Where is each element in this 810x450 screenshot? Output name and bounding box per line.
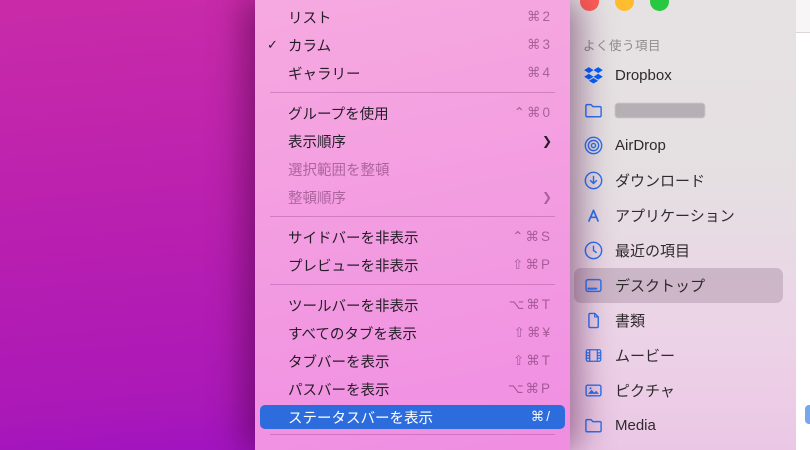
clock-icon bbox=[583, 241, 603, 261]
menu-item-show-all-tabs[interactable]: すべてのタブを表示 ⇧⌘¥ ❯ bbox=[260, 319, 565, 347]
minimize-button[interactable] bbox=[615, 0, 634, 11]
movies-icon bbox=[583, 346, 603, 366]
sidebar-item-dropbox[interactable]: Dropbox bbox=[574, 58, 783, 93]
sidebar-item-applications[interactable]: アプリケーション bbox=[574, 198, 783, 233]
menu-item-label: 選択範囲を整頓 bbox=[288, 159, 552, 180]
sidebar-item-list: Dropbox AirDrop ダウンロード アプリケーション 最近の項目 デス… bbox=[570, 58, 796, 443]
sidebar-item-label: デスクトップ bbox=[615, 275, 705, 296]
sidebar-item-label: ダウンロード bbox=[615, 170, 705, 191]
selected-file-fragment[interactable] bbox=[805, 405, 810, 424]
menu-item-shortcut: ⌥⌘T bbox=[509, 297, 552, 313]
menu-item-label: サイドバーを非表示 bbox=[288, 227, 512, 248]
airdrop-icon bbox=[583, 136, 603, 156]
checkmark-icon: ✓ bbox=[267, 37, 288, 53]
menu-item-shortcut: ⌃⌘0 bbox=[514, 105, 552, 121]
menu-item-clean-up-selection: 選択範囲を整頓 ❯ bbox=[260, 155, 565, 183]
menu-item-shortcut: ⌘3 bbox=[527, 37, 552, 53]
sidebar-item-redacted[interactable] bbox=[574, 93, 783, 128]
menu-item-clean-up-by: 整頓順序 ❯ bbox=[260, 183, 565, 211]
menu-separator bbox=[270, 216, 555, 217]
window-controls bbox=[580, 0, 669, 11]
menu-item-label: パスバーを表示 bbox=[288, 379, 508, 400]
download-icon bbox=[583, 171, 603, 191]
finder-content-area bbox=[796, 0, 810, 450]
dropbox-icon bbox=[583, 66, 603, 86]
finder-toolbar bbox=[796, 0, 810, 33]
menu-item-label: 表示順序 bbox=[288, 131, 536, 152]
sidebar-item-recents[interactable]: 最近の項目 bbox=[574, 233, 783, 268]
redacted-label bbox=[615, 103, 705, 118]
sidebar-item-label: 書類 bbox=[615, 310, 645, 331]
folder-icon bbox=[583, 101, 603, 121]
menu-item-label: プレビューを非表示 bbox=[288, 255, 512, 276]
sidebar-item-pictures[interactable]: ピクチャ bbox=[574, 373, 783, 408]
sidebar-item-label: AirDrop bbox=[615, 137, 666, 154]
sidebar-item-airdrop[interactable]: AirDrop bbox=[574, 128, 783, 163]
menu-item-label: タブバーを表示 bbox=[288, 351, 513, 372]
finder-window: よく使う項目 Dropbox AirDrop ダウンロード アプリケーション 最… bbox=[570, 0, 810, 450]
menu-item-label: カラム bbox=[288, 35, 527, 56]
menu-item-shortcut: ⌘/ bbox=[531, 409, 552, 425]
folder-icon bbox=[583, 416, 603, 436]
menu-separator bbox=[270, 434, 555, 435]
zoom-button[interactable] bbox=[650, 0, 669, 11]
menu-item-label: 整頓順序 bbox=[288, 187, 536, 208]
menu-item-show-path-bar[interactable]: パスバーを表示 ⌥⌘P ❯ bbox=[260, 375, 565, 403]
sidebar-item-desktop[interactable]: デスクトップ bbox=[574, 268, 783, 303]
finder-sidebar: よく使う項目 Dropbox AirDrop ダウンロード アプリケーション 最… bbox=[570, 0, 796, 450]
menu-item-gallery[interactable]: ギャラリー ⌘4 ❯ bbox=[260, 59, 565, 87]
menu-item-hide-sidebar[interactable]: サイドバーを非表示 ⌃⌘S ❯ bbox=[260, 223, 565, 251]
sidebar-item-label: Media bbox=[615, 417, 656, 434]
sidebar-item-movies[interactable]: ムービー bbox=[574, 338, 783, 373]
menu-item-label: グループを使用 bbox=[288, 103, 514, 124]
menu-item-label: ギャラリー bbox=[288, 63, 527, 84]
document-icon bbox=[583, 311, 603, 331]
submenu-arrow-icon: ❯ bbox=[542, 190, 552, 204]
menu-separator bbox=[270, 284, 555, 285]
applications-icon bbox=[583, 206, 603, 226]
sidebar-item-downloads[interactable]: ダウンロード bbox=[574, 163, 783, 198]
sidebar-item-label: アプリケーション bbox=[615, 205, 735, 226]
menu-item-shortcut: ⇧⌘¥ bbox=[514, 325, 552, 341]
sidebar-item-label: ピクチャ bbox=[615, 380, 675, 401]
menu-item-sort-by[interactable]: 表示順序 ❯ bbox=[260, 127, 565, 155]
close-button[interactable] bbox=[580, 0, 599, 11]
menu-item-label: ステータスバーを表示 bbox=[288, 407, 531, 428]
menu-item-show-status-bar[interactable]: ステータスバーを表示 ⌘/ ❯ bbox=[260, 405, 565, 429]
sidebar-item-label: ムービー bbox=[615, 345, 675, 366]
menu-item-shortcut: ⌘2 bbox=[527, 9, 552, 25]
desktop-icon bbox=[583, 276, 603, 296]
menu-item-shortcut: ⌘4 bbox=[527, 65, 552, 81]
submenu-arrow-icon: ❯ bbox=[542, 134, 552, 148]
menu-item-shortcut: ⇧⌘T bbox=[513, 353, 552, 369]
menu-item-use-groups[interactable]: グループを使用 ⌃⌘0 ❯ bbox=[260, 99, 565, 127]
sidebar-section-title: よく使う項目 bbox=[583, 39, 796, 53]
menu-item-shortcut: ⇧⌘P bbox=[512, 257, 552, 273]
view-menu-item-list: リスト ⌘2 ❯ ✓ カラム ⌘3 ❯ ギャラリー ⌘4 ❯ グループを使用 ⌃… bbox=[255, 3, 570, 435]
desktop-screen: よく使う項目 Dropbox AirDrop ダウンロード アプリケーション 最… bbox=[0, 0, 810, 450]
menu-item-columns[interactable]: ✓ カラム ⌘3 ❯ bbox=[260, 31, 565, 59]
sidebar-item-label: Dropbox bbox=[615, 67, 672, 84]
menu-item-shortcut: ⌃⌘S bbox=[512, 229, 552, 245]
pictures-icon bbox=[583, 381, 603, 401]
menu-item-list[interactable]: リスト ⌘2 ❯ bbox=[260, 3, 565, 31]
menu-item-label: すべてのタブを表示 bbox=[288, 323, 514, 344]
sidebar-item-documents[interactable]: 書類 bbox=[574, 303, 783, 338]
menu-item-label: ツールバーを非表示 bbox=[288, 295, 509, 316]
sidebar-item-label: 最近の項目 bbox=[615, 240, 690, 261]
menu-item-label: リスト bbox=[288, 7, 527, 28]
sidebar-item-media[interactable]: Media bbox=[574, 408, 783, 443]
menu-item-shortcut: ⌥⌘P bbox=[508, 381, 552, 397]
menu-item-hide-preview[interactable]: プレビューを非表示 ⇧⌘P ❯ bbox=[260, 251, 565, 279]
view-menu-dropdown: リスト ⌘2 ❯ ✓ カラム ⌘3 ❯ ギャラリー ⌘4 ❯ グループを使用 ⌃… bbox=[255, 0, 570, 450]
menu-item-show-tab-bar[interactable]: タブバーを表示 ⇧⌘T ❯ bbox=[260, 347, 565, 375]
menu-separator bbox=[270, 92, 555, 93]
menu-item-hide-toolbar[interactable]: ツールバーを非表示 ⌥⌘T ❯ bbox=[260, 291, 565, 319]
